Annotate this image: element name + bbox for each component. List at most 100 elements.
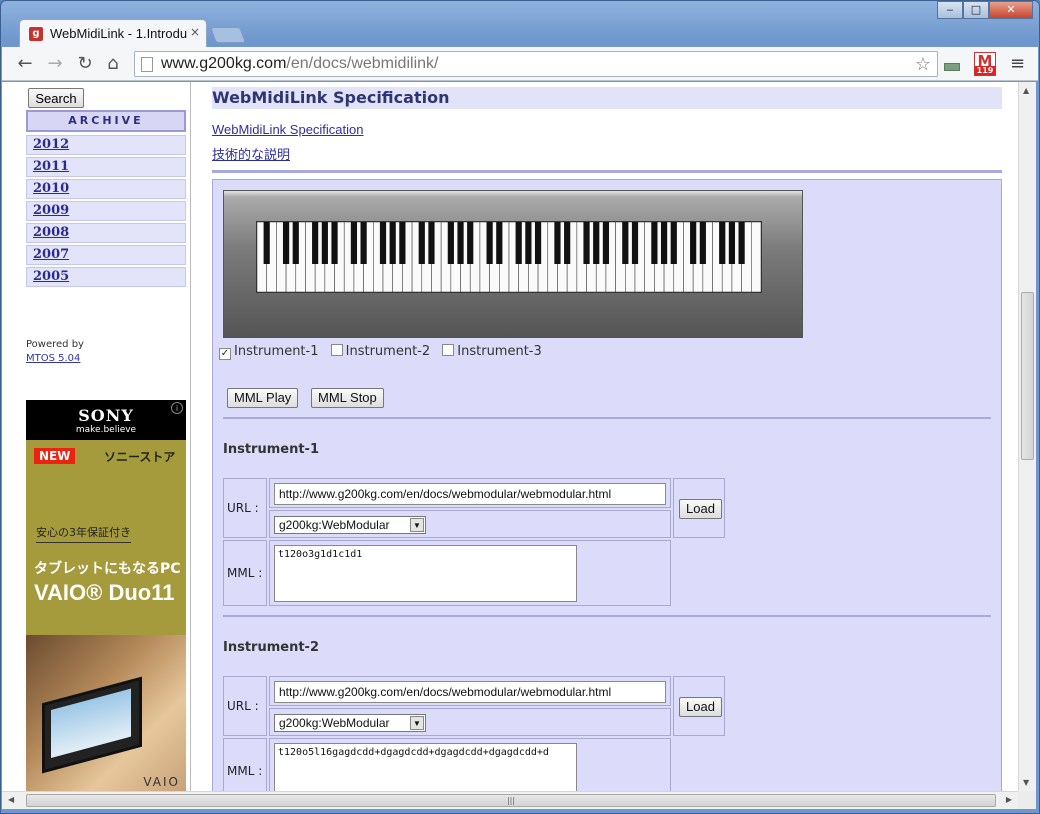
browser-tab[interactable]: g WebMidiLink - 1.Introdu ×	[19, 19, 207, 47]
black-key[interactable]	[651, 222, 658, 264]
instrument-2-heading: Instrument-2	[223, 640, 319, 655]
ad-info-icon[interactable]: i	[171, 402, 183, 414]
instrument-select[interactable]: g200kg:WebModular ▼	[274, 516, 426, 534]
select-value: g200kg:WebModular	[279, 518, 390, 532]
tab-close-icon[interactable]: ×	[190, 25, 200, 39]
black-key[interactable]	[331, 222, 338, 264]
section-divider	[223, 615, 991, 617]
black-key[interactable]	[399, 222, 406, 264]
minimize-button[interactable]: ‒	[937, 1, 963, 19]
menu-icon[interactable]: ≡	[1010, 53, 1025, 74]
black-key[interactable]	[360, 222, 367, 264]
mml-label-cell: MML :	[223, 540, 267, 606]
black-key[interactable]	[554, 222, 561, 264]
url-label-cell: URL :	[223, 676, 267, 736]
horizontal-scroll-thumb[interactable]: |||	[26, 794, 996, 807]
instrument-select[interactable]: g200kg:WebModular ▼	[274, 714, 426, 732]
mml-textarea[interactable]: t120o5l16gagdcdd+dgagdcdd+dgagdcdd+dgagd…	[274, 743, 577, 791]
mtos-link[interactable]: MTOS 5.04	[26, 353, 80, 364]
black-key[interactable]	[321, 222, 328, 264]
spec-link[interactable]: WebMidiLink Specification	[212, 122, 364, 137]
black-key[interactable]	[631, 222, 639, 264]
archive-year-2005[interactable]: 2005	[26, 267, 186, 287]
archive-year-2008[interactable]: 2008	[26, 223, 186, 243]
archive-year-2011[interactable]: 2011	[26, 157, 186, 177]
black-key[interactable]	[379, 222, 387, 264]
black-key[interactable]	[312, 222, 319, 264]
select-cell: g200kg:WebModular ▼	[269, 708, 671, 736]
new-tab-button[interactable]	[210, 27, 246, 43]
black-key[interactable]	[670, 222, 677, 264]
extension-icon[interactable]	[944, 63, 960, 71]
black-key[interactable]	[447, 222, 454, 264]
black-key[interactable]	[496, 222, 503, 264]
vertical-scroll-thumb[interactable]	[1021, 292, 1034, 460]
instrument-3-checkbox[interactable]	[442, 344, 455, 356]
advertisement[interactable]: SONY make.believe i NEW ソニーストア 安心の3年保証付き…	[26, 400, 186, 791]
url-label: URL :	[227, 501, 259, 515]
reload-icon[interactable]: ↻	[74, 53, 96, 75]
mml-textarea[interactable]: t120o3g1d1c1d1	[274, 545, 577, 602]
archive-year-2010[interactable]: 2010	[26, 179, 186, 199]
horizontal-scrollbar[interactable]: ◀ ||| ▶	[2, 791, 1018, 809]
black-key[interactable]	[282, 222, 290, 264]
black-key[interactable]	[564, 222, 571, 264]
black-key[interactable]	[467, 222, 474, 264]
maximize-button[interactable]: □	[963, 1, 989, 19]
black-key[interactable]	[292, 222, 299, 264]
gmail-extension-icon[interactable]: M 119	[974, 52, 996, 76]
black-key[interactable]	[660, 222, 668, 264]
black-key[interactable]	[583, 222, 590, 264]
scroll-left-icon[interactable]: ◀	[8, 795, 14, 804]
black-key[interactable]	[719, 222, 726, 264]
bookmark-star-icon[interactable]: ☆	[915, 54, 931, 75]
url-input[interactable]: http://www.g200kg.com/en/docs/webmodular…	[274, 681, 666, 703]
black-key[interactable]	[515, 222, 522, 264]
search-button[interactable]: Search	[28, 88, 84, 108]
instrument-1-checkbox[interactable]: ✓	[219, 348, 231, 360]
black-key[interactable]	[602, 222, 610, 264]
piano-keyboard[interactable]	[223, 190, 803, 338]
back-arrow-icon[interactable]: ←	[14, 53, 36, 75]
black-key[interactable]	[486, 222, 493, 264]
scroll-up-icon[interactable]: ▲	[1023, 86, 1029, 95]
load-button[interactable]: Load	[679, 499, 722, 519]
black-key[interactable]	[457, 222, 464, 264]
black-key[interactable]	[534, 222, 542, 264]
url-input[interactable]: http://www.g200kg.com/en/docs/webmodular…	[274, 483, 666, 505]
address-bar[interactable]: www.g200kg.com/en/docs/webmidilink/ ☆	[134, 51, 938, 77]
black-key[interactable]	[738, 222, 745, 264]
scroll-down-icon[interactable]: ▼	[1023, 778, 1029, 787]
japanese-spec-link[interactable]: 技術的な説明	[212, 144, 290, 163]
black-key[interactable]	[389, 222, 396, 264]
archive-year-2009[interactable]: 2009	[26, 201, 186, 221]
black-key[interactable]	[690, 222, 697, 264]
scroll-right-icon[interactable]: ▶	[1006, 795, 1012, 804]
load-button[interactable]: Load	[679, 697, 722, 717]
white-key[interactable]	[751, 222, 761, 292]
forward-arrow-icon[interactable]: →	[44, 53, 66, 75]
black-key[interactable]	[699, 222, 706, 264]
home-icon[interactable]: ⌂	[102, 53, 124, 75]
archive-heading: ARCHIVE	[26, 110, 186, 132]
close-window-button[interactable]: ✕	[989, 1, 1033, 19]
vertical-scrollbar[interactable]: ▲ ▼	[1018, 82, 1036, 791]
mml-stop-button[interactable]: MML Stop	[311, 388, 384, 408]
piano-keys[interactable]	[256, 221, 762, 293]
instrument-1-heading: Instrument-1	[223, 442, 319, 457]
black-key[interactable]	[418, 222, 425, 264]
tab-title: WebMidiLink - 1.Introdu	[50, 26, 188, 41]
mml-play-button[interactable]: MML Play	[227, 388, 299, 408]
archive-year-2012[interactable]: 2012	[26, 135, 186, 155]
black-key[interactable]	[263, 222, 270, 264]
black-key[interactable]	[350, 222, 358, 264]
black-key[interactable]	[728, 222, 736, 264]
instrument-2-checkbox[interactable]	[330, 344, 343, 356]
black-key[interactable]	[525, 222, 532, 264]
ad-warranty: 安心の3年保証付き	[36, 524, 131, 543]
black-key[interactable]	[622, 222, 629, 264]
archive-year-2007[interactable]: 2007	[26, 245, 186, 265]
black-key[interactable]	[593, 222, 600, 264]
page-viewport: Search ARCHIVE 2012 2011 2010 2009 2008 …	[2, 82, 1018, 791]
black-key[interactable]	[428, 222, 435, 264]
